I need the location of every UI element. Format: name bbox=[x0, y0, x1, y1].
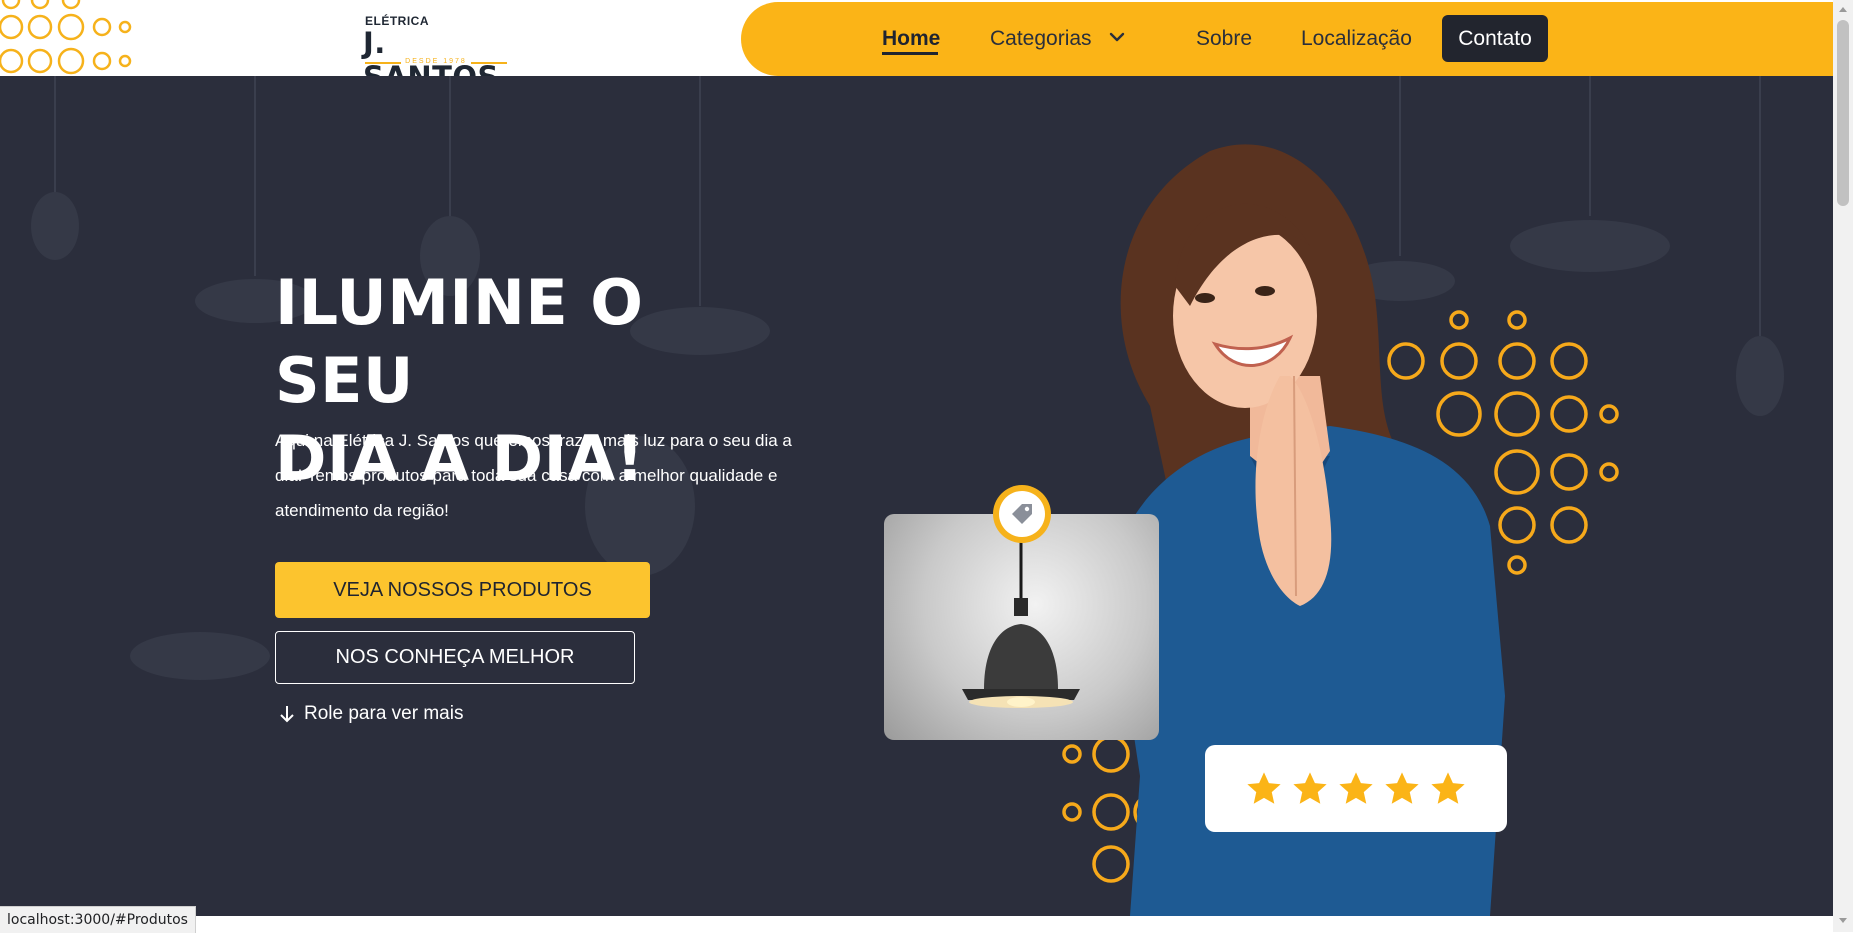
site-header: ELÉTRICA J. SANTOS DESDE 1978 Home Categ… bbox=[0, 0, 1833, 94]
browser-status-url: localhost:3000/#Produtos bbox=[0, 906, 196, 933]
page-scrollbar[interactable] bbox=[1833, 0, 1853, 932]
rating-card bbox=[1205, 745, 1507, 832]
nav-home-underline bbox=[882, 52, 938, 55]
star-icon bbox=[1339, 771, 1373, 804]
nav-sobre[interactable]: Sobre bbox=[1196, 27, 1252, 51]
star-icon bbox=[1293, 771, 1327, 804]
hero-section: ILUMINE O SEU DIA A DIA! Aqui na Elétric… bbox=[0, 76, 1833, 916]
nav-localizacao[interactable]: Localização bbox=[1301, 27, 1412, 51]
logo-rule-right bbox=[471, 62, 507, 64]
star-icon bbox=[1431, 771, 1465, 804]
hero-illustration bbox=[1062, 144, 1619, 916]
logo-since-text: DESDE 1978 bbox=[405, 58, 467, 65]
product-card-pendant-lamp[interactable] bbox=[884, 514, 1159, 740]
star-icon bbox=[1247, 771, 1281, 804]
chevron-down-icon[interactable] bbox=[1108, 31, 1126, 43]
scrollbar-thumb[interactable] bbox=[1837, 20, 1849, 206]
nav-categorias[interactable]: Categorias bbox=[990, 27, 1092, 51]
star-icon bbox=[1385, 771, 1419, 804]
nav-home[interactable]: Home bbox=[882, 27, 940, 51]
contato-button[interactable]: Contato bbox=[1442, 15, 1548, 62]
brand-logo[interactable]: ELÉTRICA J. SANTOS DESDE 1978 bbox=[361, 12, 511, 94]
tag-badge bbox=[993, 485, 1051, 543]
scroll-up-arrow-icon[interactable] bbox=[1839, 7, 1847, 12]
price-tag-icon bbox=[1012, 504, 1032, 524]
pendant-lamp-image bbox=[962, 514, 1080, 708]
logo-rule-left bbox=[365, 62, 401, 64]
decorative-circles bbox=[0, 0, 132, 75]
scroll-down-arrow-icon[interactable] bbox=[1839, 918, 1847, 923]
